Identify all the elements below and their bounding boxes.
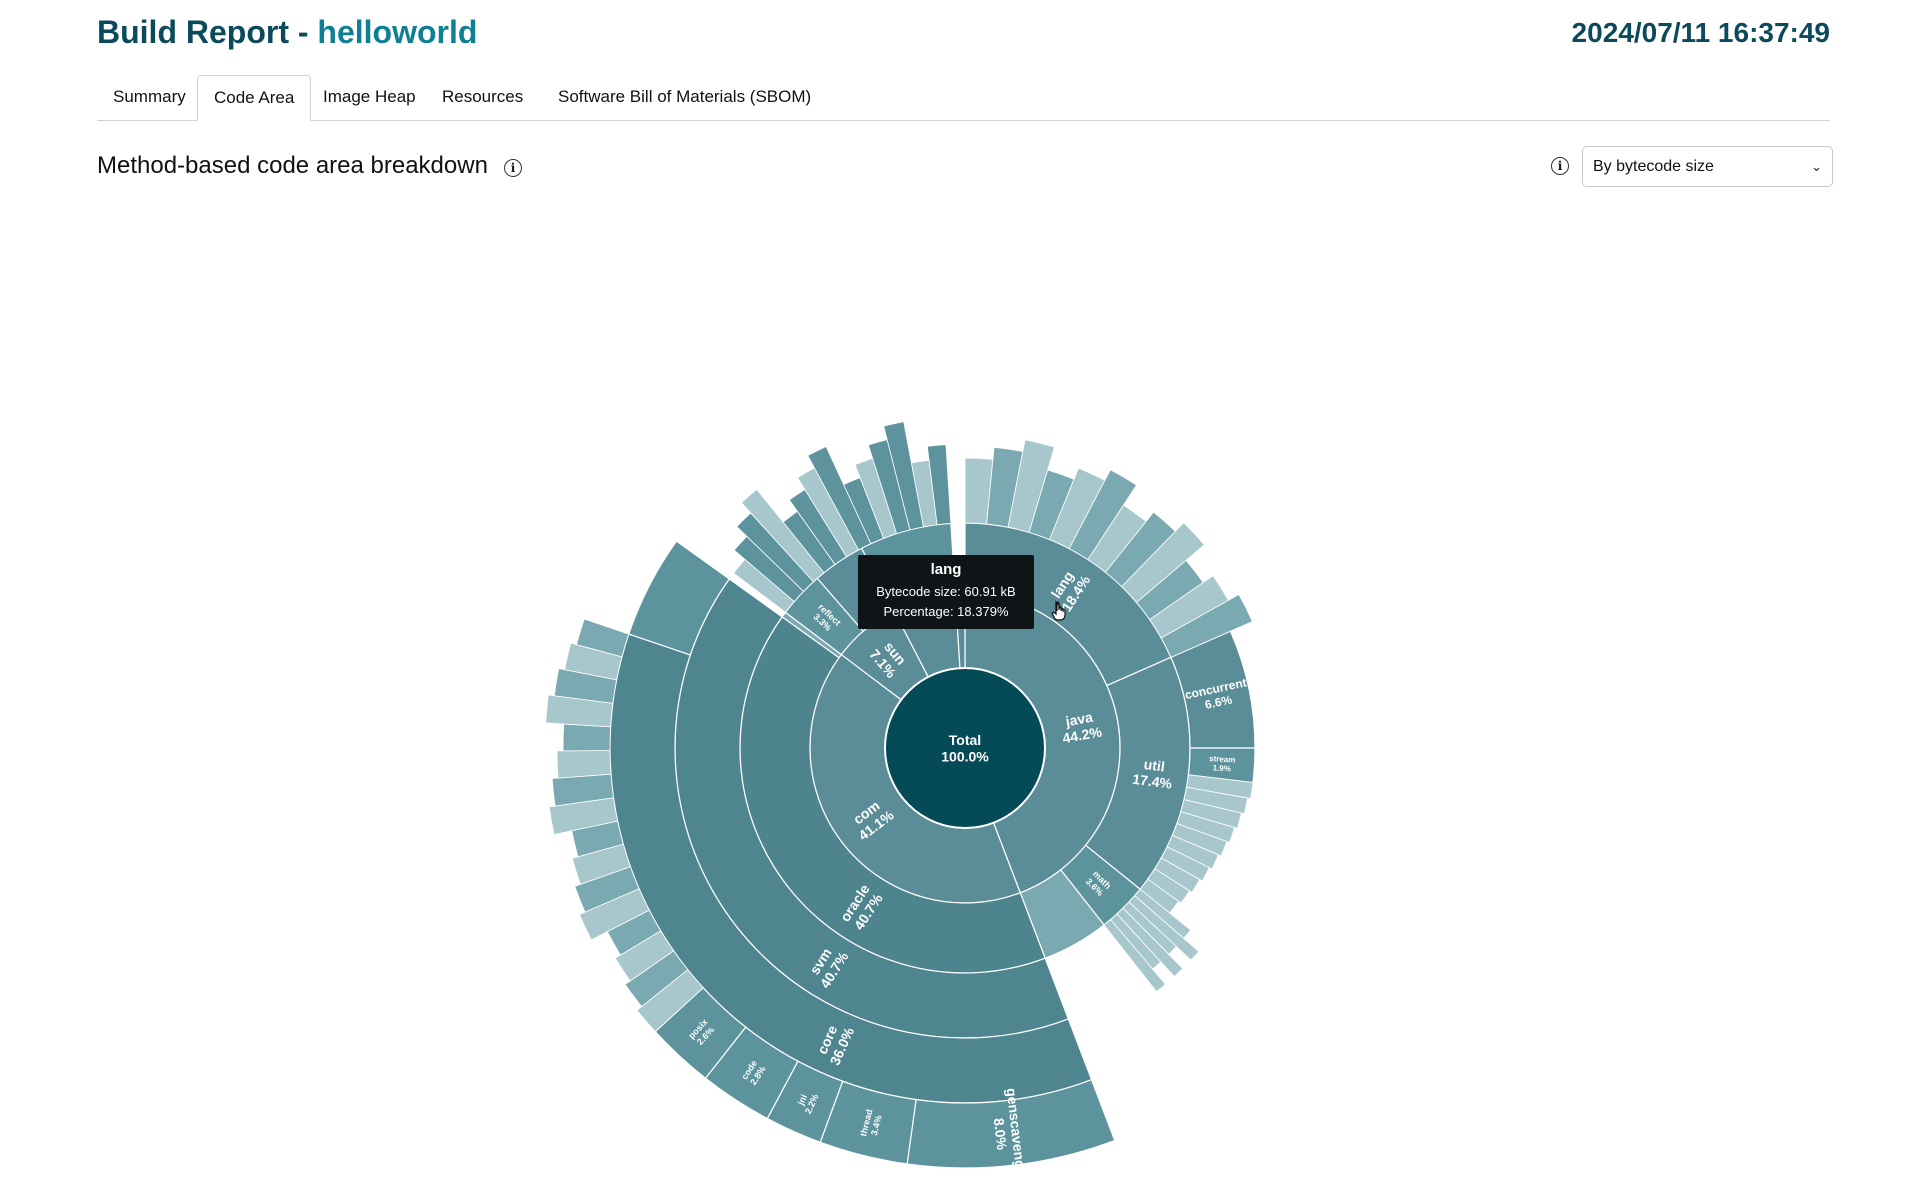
chart-tooltip: lang Bytecode size: 60.91 kB Percentage:… [858, 555, 1034, 629]
chevron-down-icon: ⌄ [1811, 159, 1822, 174]
sort-mode-select[interactable]: By bytecode size ⌄ [1582, 146, 1833, 187]
section-title: Method-based code area breakdown [97, 152, 488, 179]
tab-bar: Summary Code Area Image Heap Resources S… [97, 75, 1830, 121]
hand-cursor-icon [1051, 600, 1066, 621]
title-prefix: Build Report - [97, 14, 318, 50]
tab-code-area[interactable]: Code Area [197, 75, 312, 121]
tab-summary[interactable]: Summary [97, 75, 202, 119]
tab-image-heap[interactable]: Image Heap [307, 75, 432, 119]
info-icon[interactable]: i [504, 159, 522, 177]
sunburst-segment[interactable] [562, 723, 612, 752]
page-header: Build Report - helloworld 2024/07/11 16:… [97, 14, 1830, 56]
tab-resources[interactable]: Resources [426, 75, 539, 119]
tab-sbom[interactable]: Software Bill of Materials (SBOM) [542, 75, 827, 119]
page-title: Build Report - helloworld [97, 14, 477, 51]
build-datetime: 2024/07/11 16:37:49 [1571, 17, 1830, 48]
sort-mode-value: By bytecode size [1593, 158, 1714, 175]
sunburst-segment[interactable] [556, 750, 612, 779]
info-icon[interactable]: i [1551, 157, 1569, 175]
app-name: helloworld [317, 14, 478, 50]
tooltip-percent: Percentage: 18.379% [883, 604, 1009, 619]
tooltip-size: Bytecode size: 60.91 kB [876, 584, 1016, 599]
tooltip-name: lang [930, 561, 962, 578]
